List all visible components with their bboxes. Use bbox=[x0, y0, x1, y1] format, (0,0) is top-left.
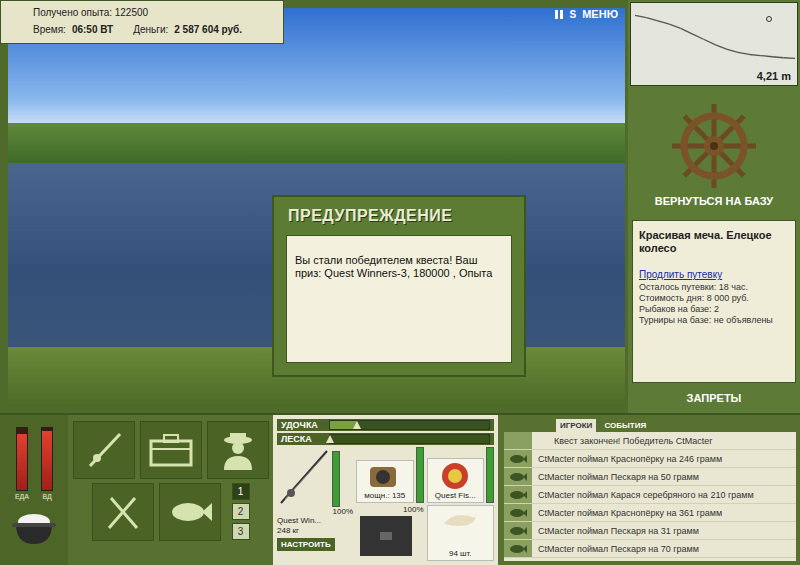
reel-power: мощн.: 135 bbox=[364, 491, 405, 500]
tension-marker-icon bbox=[353, 421, 361, 429]
event-row: CtMacter поймал Пескаря на 50 грамм bbox=[504, 468, 796, 486]
experience: Получено опыта: 122500 bbox=[7, 4, 277, 21]
knife-fork-icon bbox=[103, 492, 143, 532]
empty-slot[interactable] bbox=[360, 516, 412, 556]
top-controls: S МЕНЮ bbox=[554, 8, 618, 20]
depth-segment bbox=[658, 21, 669, 24]
fish-icon bbox=[509, 472, 527, 482]
rod-picture-icon bbox=[277, 447, 329, 507]
reel-slot[interactable]: мощн.: 135 bbox=[356, 447, 424, 503]
fish-icon bbox=[509, 526, 527, 536]
setup-button[interactable]: НАСТРОИТЬ bbox=[277, 538, 335, 551]
fish-icon bbox=[168, 495, 212, 529]
event-row: CtMacter поймал Краснопёрку на 361 грамм bbox=[504, 504, 796, 522]
events-panel: ИГРОКИ СОБЫТИЯ Квест закончен! Победитель… bbox=[498, 415, 800, 565]
fish-icon bbox=[509, 544, 527, 554]
rods-button[interactable] bbox=[73, 421, 135, 479]
tackle-box-icon bbox=[149, 433, 193, 467]
depth-segment bbox=[738, 52, 749, 54]
fisherman-icon bbox=[218, 430, 258, 470]
line-slot[interactable]: Quest Fis... bbox=[427, 447, 495, 503]
time-value: 06:50 ВТ bbox=[72, 21, 113, 38]
tension-bar: ЛЕСКА bbox=[277, 433, 494, 445]
event-row: CtMacter поймал Карася серебряного на 21… bbox=[504, 486, 796, 504]
bait-slot[interactable]: 94 шт. bbox=[427, 505, 495, 561]
line-spool-icon bbox=[440, 461, 470, 491]
event-row: CtMacter поймал Краснопёрку на 246 грамм bbox=[504, 450, 796, 468]
dialog-title: ПРЕДУПРЕЖДЕНИЕ bbox=[274, 197, 524, 231]
food-button[interactable] bbox=[92, 483, 154, 541]
tackle-slot[interactable]: 2 bbox=[232, 503, 250, 520]
base-info: Красивая меча. Елецкое колесо Продлить п… bbox=[632, 220, 796, 383]
depth-segment bbox=[646, 18, 657, 21]
rod-durability: 100% bbox=[333, 507, 353, 516]
base-detail: Осталось путевки: 18 час. bbox=[639, 282, 789, 293]
rod-slot[interactable]: 100% Quest Win... 248 кг НАСТРОИТЬ bbox=[277, 447, 353, 561]
reel-icon bbox=[366, 463, 404, 491]
rod-name: Quest Win... bbox=[277, 516, 353, 526]
depth-reading: 4,21 m bbox=[757, 70, 791, 82]
pause-icon[interactable] bbox=[554, 9, 564, 20]
event-row: CtMacter поймал Пескаря на 70 грамм bbox=[504, 540, 796, 558]
depth-segment bbox=[726, 49, 737, 52]
time-label: Время: bbox=[33, 21, 66, 38]
menu-button[interactable]: МЕНЮ bbox=[582, 8, 618, 20]
fishing-scene[interactable]: Получено опыта: 122500 Время: 06:50 ВТ Д… bbox=[0, 0, 628, 413]
depth-segment bbox=[784, 57, 795, 59]
tension-marker-icon bbox=[326, 435, 334, 443]
depth-segment bbox=[704, 39, 715, 44]
depth-chart: 4,21 m bbox=[630, 2, 798, 86]
location-name: Красивая меча. Елецкое колесо bbox=[639, 229, 789, 255]
swap-icon bbox=[378, 528, 394, 544]
helm-wheel-icon bbox=[669, 101, 759, 191]
fisherman-button[interactable] bbox=[207, 421, 269, 479]
rod-weight: 248 кг bbox=[277, 526, 353, 536]
fish-icon bbox=[509, 454, 527, 464]
depth-segment bbox=[761, 56, 772, 57]
catch-button[interactable] bbox=[159, 483, 221, 541]
base-detail: Турниры на базе: не объявлены bbox=[639, 315, 789, 326]
money-value: 2 587 604 руб. bbox=[174, 21, 242, 38]
pot-icon[interactable] bbox=[10, 508, 58, 548]
money-label: Деньги: bbox=[133, 21, 168, 38]
bait-icon bbox=[440, 508, 480, 534]
sound-button[interactable]: S bbox=[570, 9, 577, 20]
tackle-box-button[interactable] bbox=[140, 421, 202, 479]
events-tab[interactable]: ИГРОКИ bbox=[556, 419, 596, 432]
base-detail: Рыбаков на базе: 2 bbox=[639, 304, 789, 315]
depth-segment bbox=[772, 56, 783, 58]
extend-permit-link[interactable]: Продлить путевку bbox=[639, 269, 789, 280]
depth-segment bbox=[681, 28, 692, 33]
bait-count: 94 шт. bbox=[449, 549, 472, 558]
need-gauge: ЕДА bbox=[15, 427, 29, 500]
depth-segment bbox=[715, 45, 726, 49]
line-name: Quest Fis... bbox=[435, 491, 476, 500]
dialog-message: Вы стали победителем квеста! Ваш приз: Q… bbox=[286, 235, 512, 363]
fish-icon bbox=[509, 490, 527, 500]
bans-button[interactable]: ЗАПРЕТЫ bbox=[628, 383, 800, 413]
depth-segment bbox=[749, 54, 760, 55]
depth-segment bbox=[692, 34, 703, 39]
tackle-slot[interactable]: 3 bbox=[232, 523, 250, 540]
event-row: Квест закончен! Победитель CtMacter bbox=[504, 432, 796, 450]
depth-segment bbox=[669, 24, 680, 28]
game-screen: Получено опыта: 122500 Время: 06:50 ВТ Д… bbox=[0, 0, 800, 565]
event-row: CtMacter поймал Пескаря на 31 грамм bbox=[504, 522, 796, 540]
warning-dialog: ПРЕДУПРЕЖДЕНИЕ Вы стали победителем квес… bbox=[272, 195, 526, 377]
float-icon bbox=[767, 17, 772, 22]
tension-bar: УДОЧКА bbox=[277, 419, 494, 431]
fish-icon bbox=[509, 508, 527, 518]
events-tab[interactable]: СОБЫТИЯ bbox=[600, 419, 650, 432]
depth-segment bbox=[635, 15, 646, 17]
return-base-button[interactable]: ВЕРНУТЬСЯ НА БАЗУ bbox=[628, 88, 800, 220]
hud-info: Получено опыта: 122500 Время: 06:50 ВТ Д… bbox=[0, 0, 284, 44]
tackle-slot[interactable]: 1 bbox=[232, 483, 250, 500]
base-detail: Стоимость дня: 8 000 руб. bbox=[639, 293, 789, 304]
reel-durability: 100% bbox=[403, 505, 423, 514]
rod-icon bbox=[84, 430, 124, 470]
need-gauge: ВД bbox=[41, 427, 53, 500]
